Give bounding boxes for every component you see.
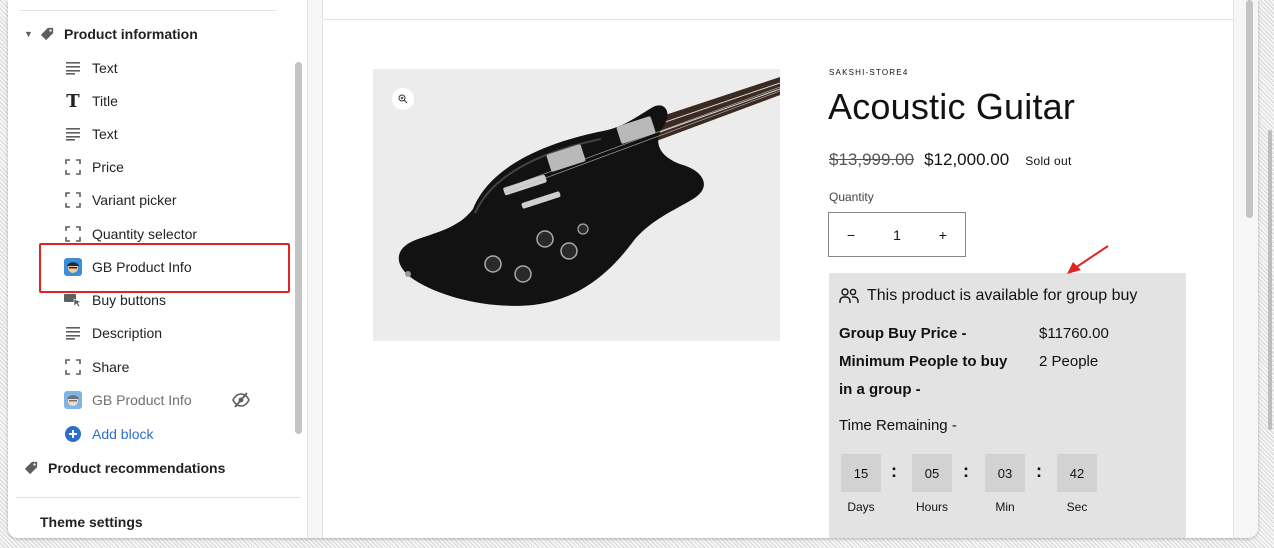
text-lines-icon [64,125,82,143]
users-icon [839,288,859,303]
block-label: Add block [92,426,154,442]
countdown-hours: 05 [912,454,952,492]
guitar-image [373,69,780,341]
group-buy-heading-text: This product is available for group buy [867,287,1138,304]
title-t-icon: T [66,90,80,112]
divider [20,10,276,11]
countdown-days: 15 [841,454,881,492]
countdown-seconds-label: Sec [1066,500,1088,514]
tag-icon [24,461,38,475]
section-product-information[interactable]: ▼ Product information [24,26,198,42]
dashed-square-icon [64,225,82,243]
block-label: Text [92,60,118,76]
buy-buttons-icon [64,291,82,309]
dashed-square-icon [64,191,82,209]
preview-scrollbar[interactable] [1246,0,1253,218]
price-row: $13,999.00 $12,000.00 Sold out [829,150,1072,170]
block-item-share[interactable]: Share [64,357,129,377]
section-label: Product recommendations [48,460,226,476]
countdown-separator: : [1036,461,1042,481]
section-product-recommendations[interactable]: Product recommendations [24,460,225,476]
block-item-buy-buttons[interactable]: Buy buttons [64,290,166,310]
page-header-edge [323,0,1235,20]
block-label: GB Product Info [92,392,192,408]
window-scrollbar[interactable] [1268,130,1272,430]
block-item-price[interactable]: Price [64,157,124,177]
block-item-text[interactable]: Text [64,124,118,144]
group-buy-price-value: $11760.00 [1039,325,1109,342]
time-remaining-label: Time Remaining - [839,417,957,434]
min-people-value: 2 People [1039,353,1099,370]
annotation-arrow-icon [1067,245,1109,274]
countdown-days-label: Days [847,500,875,514]
group-buy-heading: This product is available for group buy [839,287,1137,305]
countdown-seconds: 42 [1057,454,1097,492]
sold-out-badge: Sold out [1025,154,1072,168]
block-item-description[interactable]: Description [64,323,162,343]
block-item-text[interactable]: Text [64,58,118,78]
increase-button[interactable]: + [939,227,947,243]
storefront-preview: SAKSHI-STORE4 Acoustic Guitar $13,999.00… [322,0,1235,538]
product-title: Acoustic Guitar [828,86,1076,127]
block-item-gb-product-info-hidden[interactable]: GB Product Info [64,390,264,410]
dashed-square-icon [64,158,82,176]
plus-circle-icon [64,425,82,443]
divider [16,497,300,498]
caret-down-icon[interactable]: ▼ [24,29,38,39]
theme-settings-link[interactable]: Theme settings [40,514,143,530]
sidebar-scrollbar[interactable] [295,62,302,434]
gb-app-icon [64,391,82,409]
eye-hidden-icon[interactable] [232,392,250,408]
block-label: Description [92,325,163,341]
group-buy-price-label: Group Buy Price - [839,325,967,342]
group-buy-info: This product is available for group buy … [829,273,1186,538]
countdown-minutes: 03 [985,454,1025,492]
highlight-box [39,243,290,293]
block-label: Quantity selector [92,226,198,242]
block-label: Price [92,159,124,175]
min-people-label-line1: Minimum People to buy [839,353,1008,370]
countdown-minutes-label: Min [995,500,1015,514]
text-lines-icon [64,59,82,77]
countdown-hours-label: Hours [915,500,948,514]
quantity-label: Quantity [829,190,874,204]
compare-at-price: $13,999.00 [829,150,915,169]
block-label: Buy buttons [92,292,166,308]
tag-icon [40,27,54,41]
dashed-square-icon [64,358,82,376]
sidebar: ▼ Product information Text T Title Text … [8,0,308,538]
text-lines-icon [64,324,82,342]
block-label: Share [92,359,130,375]
zoom-icon[interactable] [392,88,414,110]
product-vendor: SAKSHI-STORE4 [829,68,909,77]
countdown-separator: : [891,461,897,481]
countdown-separator: : [963,461,969,481]
sale-price: $12,000.00 [924,150,1010,169]
block-item-variant-picker[interactable]: Variant picker [64,190,177,210]
block-item-title[interactable]: T Title [64,90,118,112]
decrease-button[interactable]: − [847,227,855,243]
theme-editor-window: ▼ Product information Text T Title Text … [8,0,1258,538]
section-label: Product information [64,26,198,42]
product-image[interactable] [373,69,780,341]
block-item-quantity-selector[interactable]: Quantity selector [64,224,197,244]
quantity-input[interactable]: 1 [893,227,901,243]
block-label: Variant picker [92,192,177,208]
min-people-label-line2: in a group - [839,381,921,398]
block-label: Text [92,126,118,142]
quantity-stepper[interactable]: − 1 + [828,212,966,257]
add-block-button[interactable]: Add block [64,424,153,444]
block-label: Title [92,93,118,109]
